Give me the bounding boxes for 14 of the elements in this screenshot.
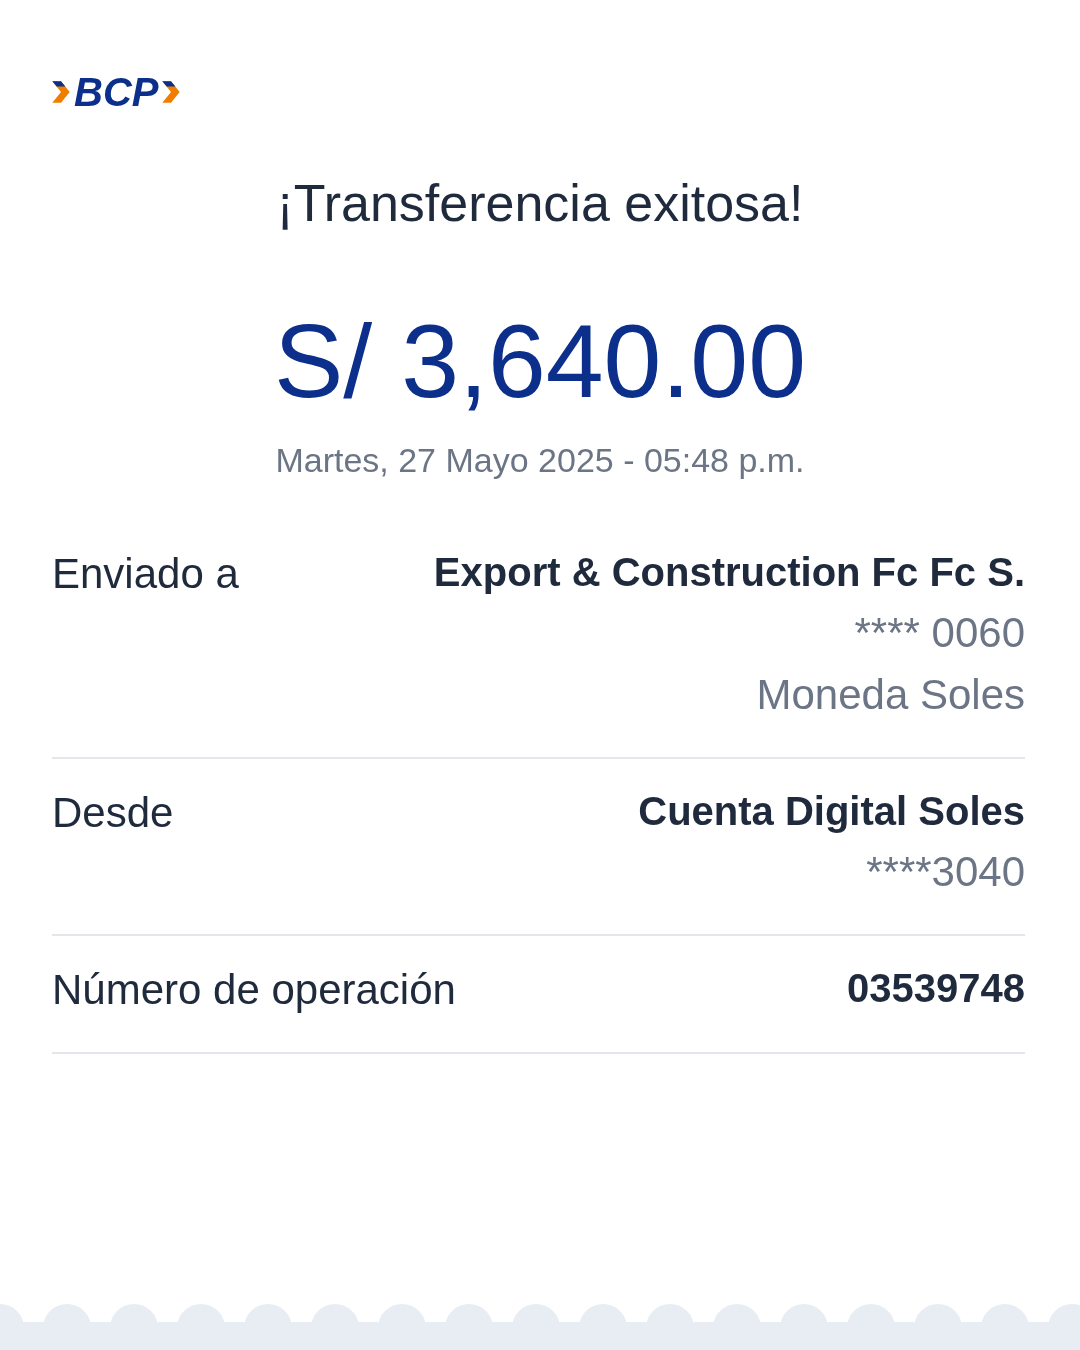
chevron-icon (50, 79, 72, 105)
detail-value: **** 0060 (854, 608, 1025, 657)
bcp-logo: BCP (74, 72, 159, 112)
detail-value: Moneda Soles (756, 670, 1025, 719)
detail-label: Desde (52, 788, 174, 838)
detail-value: ****3040 (866, 847, 1025, 896)
detail-value: Cuenta Digital Soles (638, 788, 1025, 834)
detail-label: Número de operación (52, 965, 456, 1014)
detail-label: Enviado a (52, 549, 239, 599)
success-title: ¡Transferencia exitosa! (275, 173, 805, 234)
amount: S/ 3,640.00 (273, 304, 807, 419)
date-time: Martes, 27 Mayo 2025 - 05:48 p.m. (274, 440, 806, 480)
detail-value: 03539748 (847, 965, 1025, 1011)
detail-value: Export & Construction Fc Fc S. (433, 549, 1025, 595)
